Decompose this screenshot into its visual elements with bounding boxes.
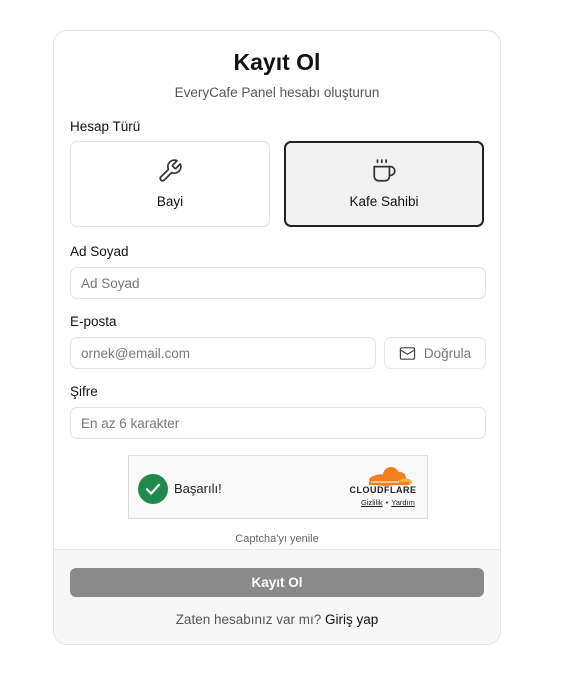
login-link[interactable]: Giriş yap — [325, 612, 378, 627]
captcha-privacy-link[interactable]: Gizlilik — [361, 498, 383, 507]
mail-icon — [399, 345, 416, 362]
name-label: Ad Soyad — [70, 244, 129, 259]
captcha-widget: Başarılı! CLOUDFLARE Gizlilik • Yardım — [128, 455, 428, 519]
account-type-kafe-sahibi[interactable]: Kafe Sahibi — [284, 141, 484, 227]
verify-email-button[interactable]: Doğrula — [384, 337, 486, 369]
page-subtitle: EveryCafe Panel hesabı oluşturun — [174, 85, 380, 100]
login-prompt: Zaten hesabınız var mı? Giriş yap — [54, 612, 500, 627]
name-input[interactable] — [70, 267, 486, 299]
captcha-help-link[interactable]: Yardım — [391, 498, 415, 507]
checkmark-icon — [138, 474, 168, 504]
account-type-label: Hesap Türü — [70, 119, 141, 134]
register-card: Kayıt Ol EveryCafe Panel hesabı oluşturu… — [53, 30, 501, 645]
cloudflare-logo-text: CLOUDFLARE — [349, 485, 417, 495]
wrench-icon — [71, 158, 269, 184]
captcha-status: Başarılı! — [174, 481, 222, 496]
login-prompt-text: Zaten hesabınız var mı? — [175, 612, 322, 627]
account-type-bayi[interactable]: Bayi — [70, 141, 270, 227]
email-input[interactable] — [70, 337, 376, 369]
verify-email-label: Doğrula — [423, 345, 472, 361]
coffee-cup-icon — [286, 158, 482, 184]
password-label: Şifre — [70, 384, 98, 399]
account-type-bayi-label: Bayi — [156, 194, 184, 209]
register-submit-button[interactable]: Kayıt Ol — [70, 568, 484, 597]
password-input[interactable] — [70, 407, 486, 439]
card-footer: Kayıt Ol Zaten hesabınız var mı? Giriş y… — [54, 549, 500, 644]
account-type-kafe-sahibi-label: Kafe Sahibi — [349, 194, 419, 209]
page-title: Kayıt Ol — [233, 49, 321, 75]
email-label: E-posta — [70, 314, 117, 329]
captcha-refresh-link[interactable]: Captcha'yı yenile — [54, 533, 500, 545]
captcha-links: Gizlilik • Yardım — [361, 498, 415, 507]
